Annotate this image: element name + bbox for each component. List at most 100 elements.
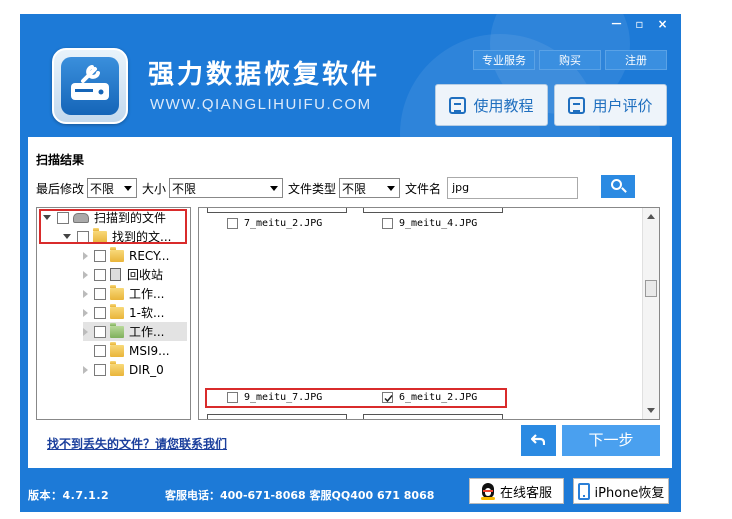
- iphone-recovery-button[interactable]: iPhone恢复: [573, 478, 669, 504]
- tree-checkbox[interactable]: [94, 287, 106, 300]
- app-window: － ▫ × 强力数据恢复软件 WWW.QIANGLIHUIFU.COM 专业服务…: [20, 14, 681, 512]
- scroll-up-icon[interactable]: [647, 214, 655, 219]
- file-list: 7_meitu_2.JPG 9_meitu_4.JPG 9_meitu_7.JP…: [198, 207, 660, 420]
- search-button[interactable]: [601, 175, 635, 198]
- expand-arrow-icon[interactable]: [63, 234, 71, 239]
- tree-row[interactable]: 1-软...: [83, 303, 164, 322]
- dropdown-arrow-icon: [270, 186, 279, 191]
- size-select[interactable]: 不限: [169, 178, 284, 198]
- online-service-button[interactable]: 在线客服: [469, 478, 564, 504]
- expand-arrow-icon[interactable]: [83, 289, 88, 298]
- user-review-button[interactable]: 用户评价: [554, 84, 667, 126]
- tree-checkbox[interactable]: [94, 363, 106, 376]
- register-button[interactable]: 注册: [605, 50, 667, 70]
- back-button[interactable]: [521, 425, 556, 456]
- tree-row[interactable]: 工作...: [83, 284, 164, 303]
- comment-icon: [568, 96, 586, 114]
- file-item[interactable]: 7_meitu_2.JPG: [227, 218, 322, 229]
- folder-icon: [110, 246, 124, 262]
- file-checkbox[interactable]: [382, 218, 393, 229]
- file-tile-edge: [207, 414, 347, 419]
- tree-row[interactable]: DIR_0: [83, 360, 164, 379]
- expand-arrow-icon[interactable]: [83, 270, 88, 279]
- checkmark-icon: [384, 395, 393, 403]
- file-checkbox[interactable]: [227, 392, 238, 403]
- tree-checkbox[interactable]: [77, 230, 89, 243]
- file-item[interactable]: 9_meitu_7.JPG: [227, 392, 322, 403]
- expand-arrow-icon[interactable]: [83, 251, 88, 260]
- folder-icon: [93, 227, 107, 243]
- tree-checkbox[interactable]: [94, 249, 106, 262]
- modified-value: 不限: [90, 181, 115, 196]
- close-button[interactable]: ×: [654, 16, 671, 33]
- tree-label: DIR_0: [129, 362, 164, 377]
- tree-label: RECY...: [129, 248, 170, 263]
- scroll-down-icon[interactable]: [647, 408, 655, 413]
- scroll-thumb[interactable]: [645, 280, 657, 297]
- tree-row-found[interactable]: 找到的文...: [63, 227, 171, 246]
- tree-checkbox[interactable]: [94, 306, 106, 319]
- tree-checkbox[interactable]: [57, 211, 69, 224]
- tree-checkbox[interactable]: [94, 325, 106, 338]
- expand-arrow-icon[interactable]: [83, 327, 88, 336]
- file-tile-edge: [363, 208, 503, 213]
- online-service-label: 在线客服: [499, 485, 552, 501]
- folder-icon: [110, 341, 124, 357]
- modified-select[interactable]: 不限: [87, 178, 138, 198]
- tutorial-button[interactable]: 使用教程: [435, 84, 548, 126]
- file-checkbox-checked[interactable]: [382, 392, 393, 403]
- file-name: 7_meitu_2.JPG: [244, 218, 323, 229]
- file-type-select[interactable]: 不限: [339, 178, 401, 198]
- tree-label: 工作...: [129, 325, 165, 339]
- pro-service-button[interactable]: 专业服务: [473, 50, 535, 70]
- tree-label: 工作...: [129, 287, 165, 301]
- expand-arrow-icon[interactable]: [83, 365, 88, 374]
- app-website: WWW.QIANGLIHUIFU.COM: [150, 96, 372, 113]
- qq-penguin-icon: [480, 482, 495, 500]
- user-review-label: 用户评价: [592, 96, 653, 115]
- tree-row-scanned[interactable]: 扫描到的文件: [43, 208, 166, 227]
- drive-icon: [73, 212, 89, 223]
- tree-label: 找到的文...: [112, 230, 172, 244]
- tree-row[interactable]: RECY...: [83, 246, 169, 265]
- file-name-input[interactable]: jpg: [447, 177, 579, 199]
- document-icon: [449, 96, 467, 114]
- tree-label: MSI9...: [129, 343, 170, 358]
- folder-icon: [110, 360, 124, 376]
- expand-arrow-icon[interactable]: [43, 215, 51, 220]
- maximize-button[interactable]: ▫: [631, 16, 648, 33]
- folder-tree: 扫描到的文件 找到的文... RECY... 回收站 工作... 1-软... …: [36, 207, 191, 420]
- tree-row[interactable]: MSI9...: [83, 341, 170, 360]
- file-item-checked[interactable]: 6_meitu_2.JPG: [382, 392, 477, 403]
- dropdown-arrow-icon: [124, 186, 133, 191]
- tree-checkbox[interactable]: [94, 268, 106, 281]
- window-controls: － ▫ ×: [608, 16, 671, 33]
- file-checkbox[interactable]: [227, 218, 238, 229]
- next-step-button[interactable]: 下一步: [562, 425, 660, 456]
- tree-row[interactable]: 回收站: [83, 265, 163, 284]
- iphone-recovery-label: iPhone恢复: [594, 485, 665, 501]
- folder-icon: [110, 322, 124, 338]
- expand-arrow-icon[interactable]: [83, 308, 88, 317]
- file-item[interactable]: 9_meitu_4.JPG: [382, 218, 477, 229]
- contact-help-link[interactable]: 找不到丢失的文件？请您联系我们: [47, 435, 227, 452]
- folder-icon: [110, 284, 124, 300]
- modified-label: 最后修改: [36, 181, 85, 196]
- back-arrow-icon: [531, 434, 545, 445]
- folder-icon: [110, 303, 124, 319]
- file-list-scrollbar[interactable]: [642, 208, 659, 419]
- phone-icon: [577, 482, 590, 500]
- file-type-label: 文件类型: [288, 181, 337, 196]
- file-name: 6_meitu_2.JPG: [399, 392, 478, 403]
- buy-button[interactable]: 购买: [539, 50, 601, 70]
- file-name-label: 文件名: [405, 181, 442, 196]
- version-text: 版本：4.7.1.2: [28, 489, 110, 502]
- tree-checkbox[interactable]: [94, 344, 106, 357]
- file-type-value: 不限: [342, 181, 367, 196]
- dropdown-arrow-icon: [387, 186, 396, 191]
- minimize-button[interactable]: －: [608, 16, 625, 33]
- tree-row-selected[interactable]: 工作...: [83, 322, 187, 341]
- app-title: 强力数据恢复软件: [148, 60, 381, 90]
- file-name: 9_meitu_7.JPG: [244, 392, 323, 403]
- contact-text: 客服电话：400-671-8068 客服QQ400 671 8068: [165, 489, 435, 502]
